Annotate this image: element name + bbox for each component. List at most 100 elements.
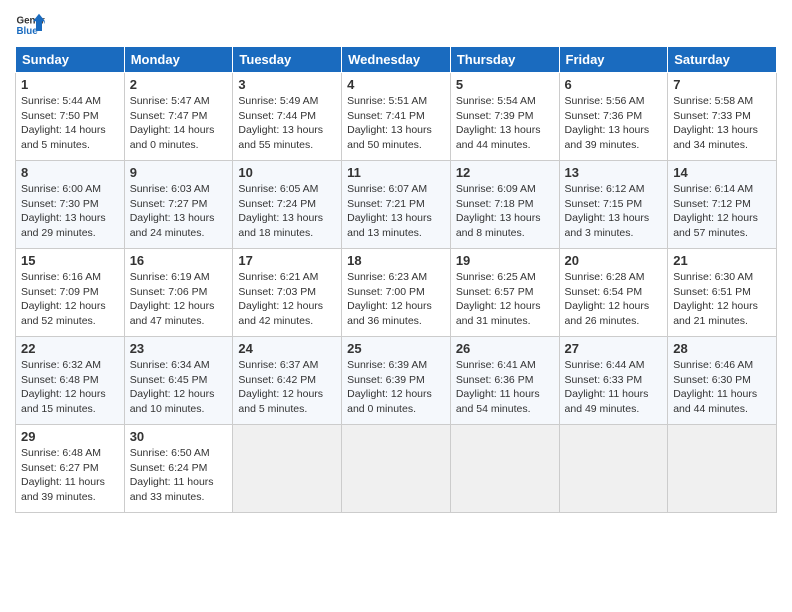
- header-row: Sunday Monday Tuesday Wednesday Thursday…: [16, 47, 777, 73]
- col-friday: Friday: [559, 47, 668, 73]
- day-number: 5: [456, 77, 554, 92]
- day-info: Sunrise: 6:30 AMSunset: 6:51 PMDaylight:…: [673, 271, 758, 327]
- day-number: 8: [21, 165, 119, 180]
- day-number: 10: [238, 165, 336, 180]
- calendar-cell: 2 Sunrise: 5:47 AMSunset: 7:47 PMDaylight…: [124, 73, 233, 161]
- calendar-cell: 5 Sunrise: 5:54 AMSunset: 7:39 PMDaylight…: [450, 73, 559, 161]
- calendar-cell: [450, 425, 559, 513]
- day-number: 7: [673, 77, 771, 92]
- calendar-cell: 19Sunrise: 6:25 AMSunset: 6:57 PMDayligh…: [450, 249, 559, 337]
- day-number: 15: [21, 253, 119, 268]
- day-info: Sunrise: 6:00 AMSunset: 7:30 PMDaylight:…: [21, 183, 106, 239]
- calendar-cell: [342, 425, 451, 513]
- calendar-cell: 8 Sunrise: 6:00 AMSunset: 7:30 PMDaylight…: [16, 161, 125, 249]
- calendar-cell: 7Sunrise: 5:58 AMSunset: 7:33 PMDaylight…: [668, 73, 777, 161]
- day-number: 26: [456, 341, 554, 356]
- calendar-cell: 9 Sunrise: 6:03 AMSunset: 7:27 PMDaylight…: [124, 161, 233, 249]
- week-row-4: 22 Sunrise: 6:32 AMSunset: 6:48 PMDayligh…: [16, 337, 777, 425]
- day-info: Sunrise: 6:32 AMSunset: 6:48 PMDaylight:…: [21, 359, 106, 415]
- day-info: Sunrise: 5:44 AMSunset: 7:50 PMDaylight:…: [21, 95, 106, 151]
- calendar-cell: 24Sunrise: 6:37 AMSunset: 6:42 PMDayligh…: [233, 337, 342, 425]
- calendar-cell: 25Sunrise: 6:39 AMSunset: 6:39 PMDayligh…: [342, 337, 451, 425]
- calendar-cell: 11Sunrise: 6:07 AMSunset: 7:21 PMDayligh…: [342, 161, 451, 249]
- day-number: 3: [238, 77, 336, 92]
- day-info: Sunrise: 5:47 AMSunset: 7:47 PMDaylight:…: [130, 95, 215, 151]
- calendar-cell: 13 Sunrise: 6:12 AMSunset: 7:15 PMDayligh…: [559, 161, 668, 249]
- calendar-cell: 15 Sunrise: 6:16 AMSunset: 7:09 PMDayligh…: [16, 249, 125, 337]
- day-info: Sunrise: 6:50 AMSunset: 6:24 PMDaylight:…: [130, 447, 214, 503]
- calendar-cell: 12 Sunrise: 6:09 AMSunset: 7:18 PMDayligh…: [450, 161, 559, 249]
- page-container: General Blue Sunday Monday Tuesday Wedne…: [0, 0, 792, 523]
- day-info: Sunrise: 6:28 AMSunset: 6:54 PMDaylight:…: [565, 271, 650, 327]
- calendar-cell: 3Sunrise: 5:49 AMSunset: 7:44 PMDaylight…: [233, 73, 342, 161]
- day-info: Sunrise: 6:16 AMSunset: 7:09 PMDaylight:…: [21, 271, 106, 327]
- day-info: Sunrise: 6:14 AMSunset: 7:12 PMDaylight:…: [673, 183, 758, 239]
- day-info: Sunrise: 6:44 AMSunset: 6:33 PMDaylight:…: [565, 359, 649, 415]
- calendar-cell: 29Sunrise: 6:48 AMSunset: 6:27 PMDayligh…: [16, 425, 125, 513]
- day-number: 28: [673, 341, 771, 356]
- week-row-1: 1Sunrise: 5:44 AMSunset: 7:50 PMDaylight…: [16, 73, 777, 161]
- day-info: Sunrise: 6:09 AMSunset: 7:18 PMDaylight:…: [456, 183, 541, 239]
- day-number: 17: [238, 253, 336, 268]
- calendar-cell: [559, 425, 668, 513]
- calendar-cell: 21 Sunrise: 6:30 AMSunset: 6:51 PMDayligh…: [668, 249, 777, 337]
- col-sunday: Sunday: [16, 47, 125, 73]
- day-number: 29: [21, 429, 119, 444]
- col-tuesday: Tuesday: [233, 47, 342, 73]
- day-info: Sunrise: 5:56 AMSunset: 7:36 PMDaylight:…: [565, 95, 650, 151]
- day-info: Sunrise: 6:19 AMSunset: 7:06 PMDaylight:…: [130, 271, 215, 327]
- day-info: Sunrise: 6:21 AMSunset: 7:03 PMDaylight:…: [238, 271, 323, 327]
- day-number: 2: [130, 77, 228, 92]
- day-info: Sunrise: 6:39 AMSunset: 6:39 PMDaylight:…: [347, 359, 432, 415]
- day-number: 30: [130, 429, 228, 444]
- calendar-table: Sunday Monday Tuesday Wednesday Thursday…: [15, 46, 777, 513]
- col-monday: Monday: [124, 47, 233, 73]
- day-number: 11: [347, 165, 445, 180]
- day-info: Sunrise: 6:25 AMSunset: 6:57 PMDaylight:…: [456, 271, 541, 327]
- logo-icon: General Blue: [15, 10, 45, 40]
- day-info: Sunrise: 5:51 AMSunset: 7:41 PMDaylight:…: [347, 95, 432, 151]
- day-number: 4: [347, 77, 445, 92]
- calendar-cell: 26 Sunrise: 6:41 AMSunset: 6:36 PMDayligh…: [450, 337, 559, 425]
- calendar-cell: 14 Sunrise: 6:14 AMSunset: 7:12 PMDayligh…: [668, 161, 777, 249]
- calendar-cell: 30 Sunrise: 6:50 AMSunset: 6:24 PMDayligh…: [124, 425, 233, 513]
- svg-text:Blue: Blue: [17, 26, 39, 37]
- day-info: Sunrise: 6:03 AMSunset: 7:27 PMDaylight:…: [130, 183, 215, 239]
- day-number: 14: [673, 165, 771, 180]
- week-row-3: 15 Sunrise: 6:16 AMSunset: 7:09 PMDayligh…: [16, 249, 777, 337]
- calendar-cell: 16 Sunrise: 6:19 AMSunset: 7:06 PMDayligh…: [124, 249, 233, 337]
- calendar-cell: 27 Sunrise: 6:44 AMSunset: 6:33 PMDayligh…: [559, 337, 668, 425]
- calendar-cell: 20 Sunrise: 6:28 AMSunset: 6:54 PMDayligh…: [559, 249, 668, 337]
- calendar-cell: [668, 425, 777, 513]
- day-number: 27: [565, 341, 663, 356]
- day-info: Sunrise: 6:23 AMSunset: 7:00 PMDaylight:…: [347, 271, 432, 327]
- week-row-2: 8 Sunrise: 6:00 AMSunset: 7:30 PMDaylight…: [16, 161, 777, 249]
- day-number: 21: [673, 253, 771, 268]
- day-info: Sunrise: 5:54 AMSunset: 7:39 PMDaylight:…: [456, 95, 541, 151]
- week-row-5: 29Sunrise: 6:48 AMSunset: 6:27 PMDayligh…: [16, 425, 777, 513]
- day-number: 20: [565, 253, 663, 268]
- day-number: 13: [565, 165, 663, 180]
- calendar-cell: 1Sunrise: 5:44 AMSunset: 7:50 PMDaylight…: [16, 73, 125, 161]
- calendar-cell: [233, 425, 342, 513]
- calendar-cell: 6 Sunrise: 5:56 AMSunset: 7:36 PMDaylight…: [559, 73, 668, 161]
- col-saturday: Saturday: [668, 47, 777, 73]
- day-number: 16: [130, 253, 228, 268]
- day-number: 12: [456, 165, 554, 180]
- calendar-cell: 10Sunrise: 6:05 AMSunset: 7:24 PMDayligh…: [233, 161, 342, 249]
- day-number: 24: [238, 341, 336, 356]
- day-info: Sunrise: 6:12 AMSunset: 7:15 PMDaylight:…: [565, 183, 650, 239]
- calendar-cell: 28Sunrise: 6:46 AMSunset: 6:30 PMDayligh…: [668, 337, 777, 425]
- day-number: 6: [565, 77, 663, 92]
- day-info: Sunrise: 6:34 AMSunset: 6:45 PMDaylight:…: [130, 359, 215, 415]
- calendar-cell: 18 Sunrise: 6:23 AMSunset: 7:00 PMDayligh…: [342, 249, 451, 337]
- calendar-cell: 22 Sunrise: 6:32 AMSunset: 6:48 PMDayligh…: [16, 337, 125, 425]
- day-number: 23: [130, 341, 228, 356]
- col-wednesday: Wednesday: [342, 47, 451, 73]
- day-number: 18: [347, 253, 445, 268]
- day-info: Sunrise: 6:41 AMSunset: 6:36 PMDaylight:…: [456, 359, 540, 415]
- calendar-cell: 17 Sunrise: 6:21 AMSunset: 7:03 PMDayligh…: [233, 249, 342, 337]
- header: General Blue: [15, 10, 777, 40]
- day-number: 9: [130, 165, 228, 180]
- day-number: 22: [21, 341, 119, 356]
